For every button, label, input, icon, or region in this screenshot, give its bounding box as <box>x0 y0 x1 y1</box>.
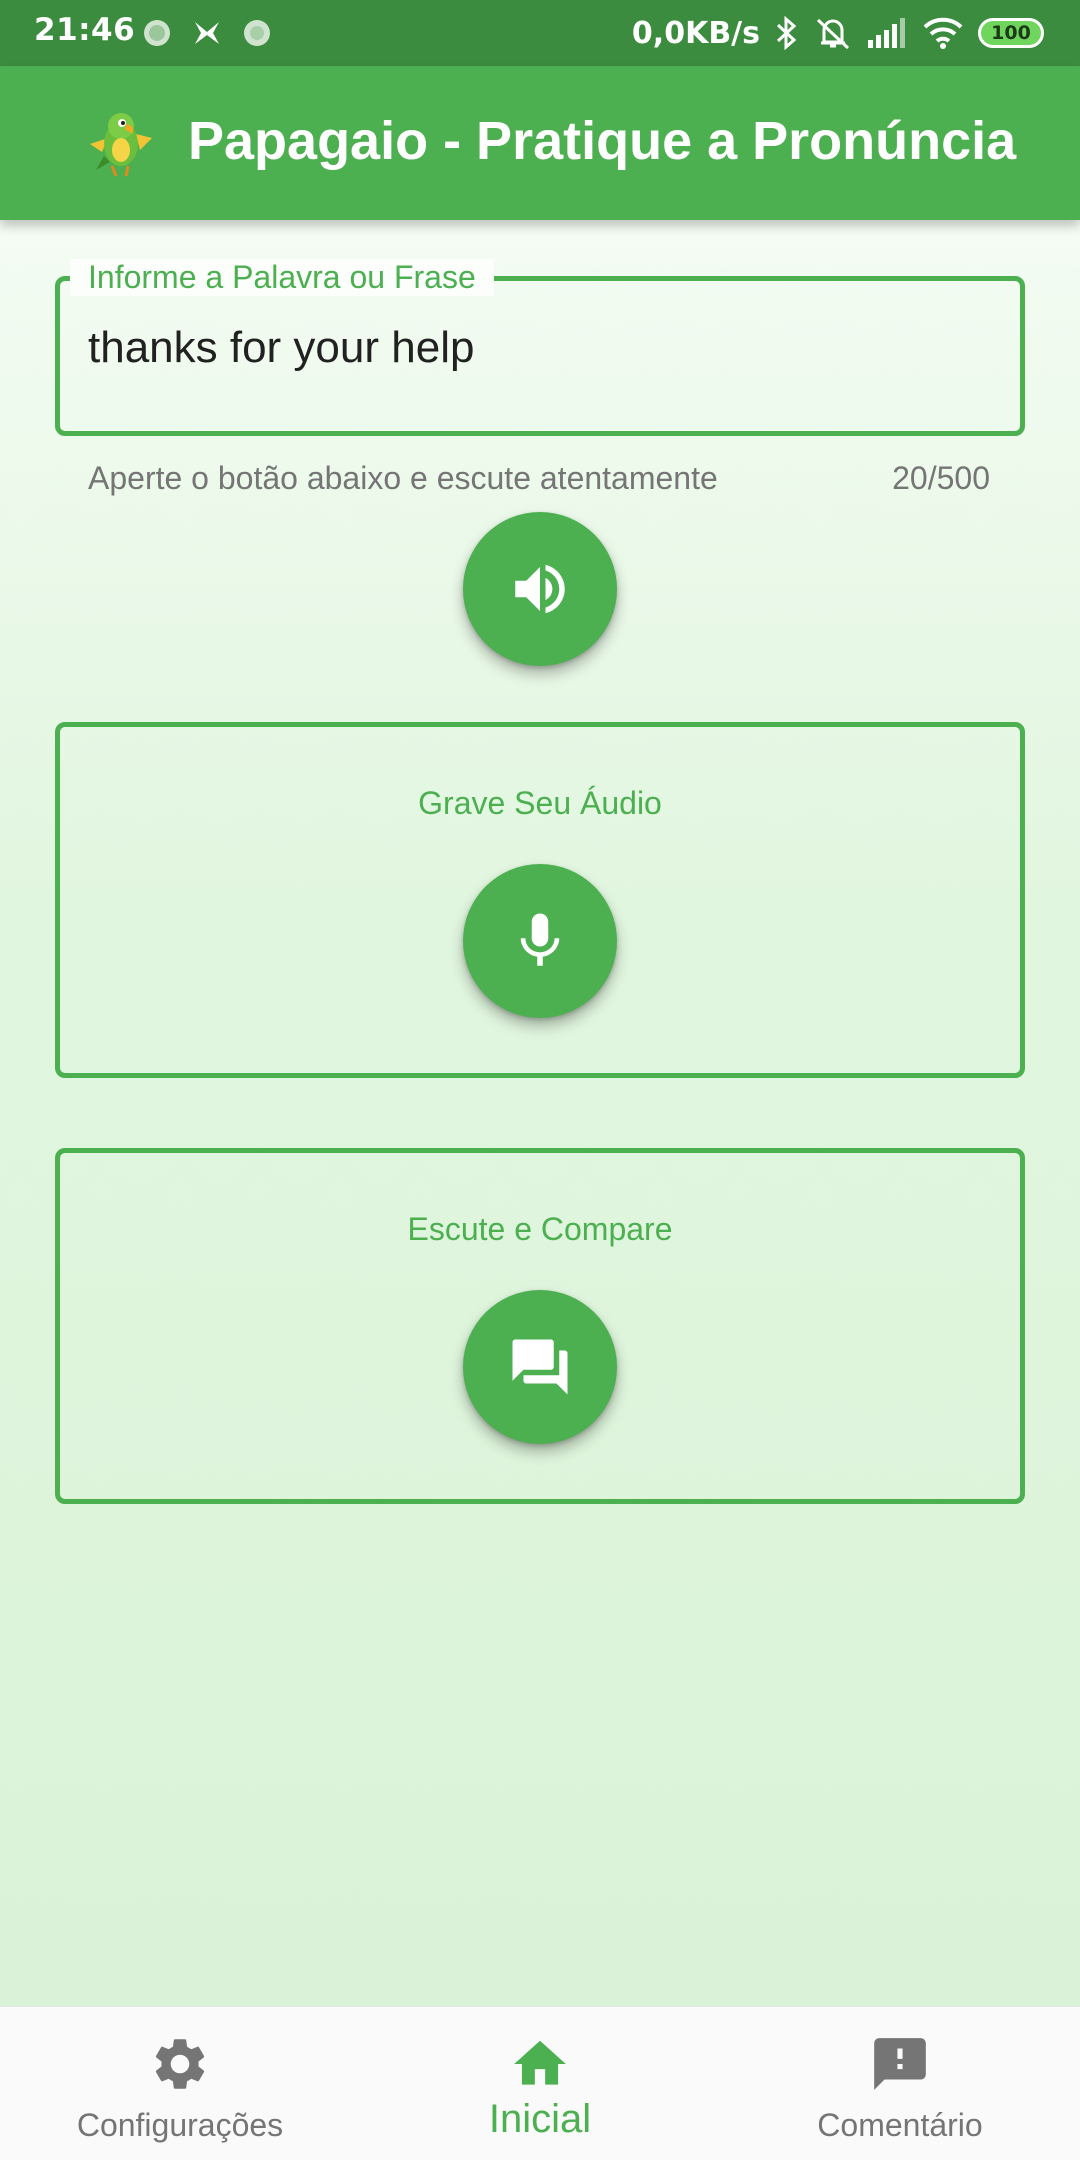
compare-card-title: Escute e Compare <box>407 1211 673 1247</box>
character-counter: 20/500 <box>892 460 990 496</box>
volume-up-icon <box>515 564 565 614</box>
bluetooth-icon <box>776 16 797 50</box>
bottom-navigation: Configurações Inicial Comentário <box>0 2006 1080 2160</box>
nav-label-comentario: Comentário <box>817 2107 983 2143</box>
microphone-icon <box>520 913 560 966</box>
notification-icon <box>144 20 170 46</box>
record-button[interactable] <box>463 864 617 1018</box>
nav-label-configuracoes: Configurações <box>76 2107 284 2143</box>
signal-icon <box>868 18 905 48</box>
app-title: Papagaio - Pratique a Pronúncia <box>188 111 1017 171</box>
record-card-title: Grave Seu Áudio <box>418 785 662 821</box>
network-speed: 0,0KB/s <box>631 15 760 51</box>
parrot-logo <box>90 113 152 177</box>
forum-icon <box>512 1339 568 1395</box>
app-bar: Papagaio - Pratique a Pronúncia <box>0 66 1080 220</box>
home-icon <box>514 2040 566 2085</box>
notification-icon <box>195 22 219 44</box>
nav-item-configuracoes[interactable]: Configurações <box>0 2007 360 2160</box>
notification-icon <box>244 20 270 46</box>
listen-button[interactable] <box>463 512 617 666</box>
wifi-icon <box>923 17 963 49</box>
status-indicators: 0,0KB/s 100 <box>632 10 1044 56</box>
status-bar: 21:46 0,0KB/s 100 <box>0 0 1080 66</box>
nav-label-inicial: Inicial <box>488 2097 592 2141</box>
input-helper-text: Aperte o botão abaixo e escute atentamen… <box>88 460 718 496</box>
phrase-input-value[interactable]: thanks for your help <box>88 323 474 373</box>
phrase-input-label: Informe a Palavra ou Frase <box>70 259 494 296</box>
status-time: 21:46 <box>34 12 136 48</box>
nav-item-inicial[interactable]: Inicial <box>360 2007 720 2160</box>
battery-level: 100 <box>991 22 1031 44</box>
compare-button[interactable] <box>463 1290 617 1444</box>
battery-icon: 100 <box>978 18 1044 48</box>
gear-icon <box>155 2039 205 2089</box>
feedback-icon <box>874 2038 926 2090</box>
alarm-off-icon <box>816 18 850 50</box>
nav-item-comentario[interactable]: Comentário <box>720 2007 1080 2160</box>
